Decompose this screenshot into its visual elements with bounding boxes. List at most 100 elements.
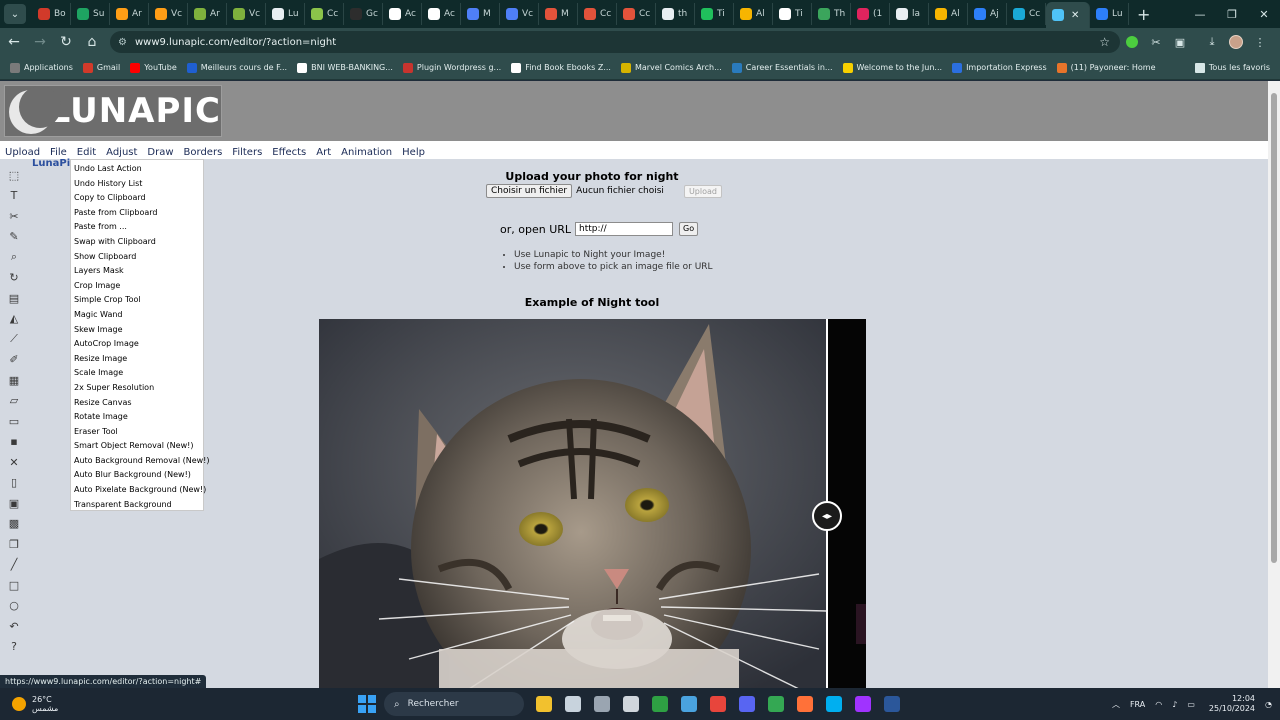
browser-tab[interactable]: Lu [266, 3, 305, 25]
bookmark-item[interactable]: Applications [10, 62, 73, 73]
edit-menu-item[interactable]: Crop Image [71, 279, 203, 294]
browser-tab[interactable]: Ac [383, 3, 422, 25]
browser-tab[interactable]: M [539, 3, 578, 25]
language-indicator[interactable]: FRA [1130, 700, 1145, 709]
file-explorer-icon[interactable] [531, 691, 557, 717]
browser-tab[interactable]: Ac [422, 3, 461, 25]
zoom-icon[interactable]: ⌕ [6, 249, 22, 265]
browser-tab[interactable]: Vc [149, 3, 188, 25]
bookmark-item[interactable]: Marvel Comics Arch... [620, 62, 722, 73]
browser-tab[interactable]: Gc [344, 3, 383, 25]
word-icon[interactable] [879, 691, 905, 717]
edit-menu-item[interactable]: Swap with Clipboard [71, 235, 203, 250]
download-icon[interactable]: ⤓ [1200, 30, 1224, 54]
all-bookmarks-folder[interactable]: Tous les favoris [1194, 62, 1270, 73]
bookmark-item[interactable]: (11) Payoneer: Home [1056, 62, 1156, 73]
photos-icon[interactable] [676, 691, 702, 717]
close-window-button[interactable]: ✕ [1248, 0, 1280, 28]
menu-edit[interactable]: Edit [71, 147, 102, 159]
menu-effects[interactable]: Effects [267, 147, 311, 159]
canvas-icon[interactable]: ▤ [6, 290, 22, 306]
upload-button[interactable]: Upload [683, 184, 722, 198]
media-icon[interactable] [618, 691, 644, 717]
edit-menu-item[interactable]: Paste from ... [71, 220, 203, 235]
edit-menu-item[interactable]: Eraser Tool [71, 425, 203, 440]
skype-icon[interactable] [821, 691, 847, 717]
messenger-icon[interactable] [850, 691, 876, 717]
browser-tab[interactable]: Vc [227, 3, 266, 25]
new-tab-button[interactable]: + [1137, 5, 1157, 24]
chrome-icon[interactable] [705, 691, 731, 717]
task-view-icon[interactable] [560, 691, 586, 717]
browser-tab[interactable]: th [656, 3, 695, 25]
browser-tab[interactable]: Vc [500, 3, 539, 25]
select-icon[interactable]: ⬚ [6, 167, 22, 183]
edit-menu-item[interactable]: Scale Image [71, 366, 203, 381]
edit-menu-item[interactable]: Auto Blur Background (New!) [71, 468, 203, 483]
browser-tab[interactable]: Ti [695, 3, 734, 25]
bookmark-item[interactable]: Gmail [82, 62, 120, 73]
bookmark-item[interactable]: Meilleurs cours de F... [186, 62, 287, 73]
new-file-icon[interactable]: ▯ [6, 475, 22, 491]
open-folder-icon[interactable]: ▭ [6, 413, 22, 429]
edit-menu-item[interactable]: Simple Crop Tool [71, 293, 203, 308]
help-icon[interactable]: ? [6, 639, 22, 655]
start-button[interactable] [358, 695, 376, 713]
home-button[interactable]: ⌂ [80, 30, 104, 54]
edit-menu-item[interactable]: Magic Wand [71, 308, 203, 323]
bookmark-star-icon[interactable]: ☆ [1099, 35, 1110, 49]
menu-filters[interactable]: Filters [227, 147, 267, 159]
weather-widget[interactable]: 26°C مشمس [12, 695, 132, 713]
paint-bucket-icon[interactable]: ◭ [6, 311, 22, 327]
brush-icon[interactable]: ✐ [6, 352, 22, 368]
clock[interactable]: 12:04 25/10/2024 [1209, 694, 1255, 714]
edit-menu-item[interactable]: Layers Mask [71, 264, 203, 279]
line-icon[interactable]: ╱ [6, 557, 22, 573]
extension-icon[interactable]: ✂ [1144, 30, 1168, 54]
edit-menu-item[interactable]: Rotate Image [71, 410, 203, 425]
menu-animation[interactable]: Animation [336, 147, 397, 159]
edit-menu-item[interactable]: Resize Image [71, 352, 203, 367]
edit-menu-item[interactable]: Paste from Clipboard [71, 206, 203, 221]
edit-menu-item[interactable]: 2x Super Resolution [71, 381, 203, 396]
browser-tab[interactable]: Cc [617, 3, 656, 25]
xbox-icon[interactable] [647, 691, 673, 717]
pencil-icon[interactable]: ✎ [6, 229, 22, 245]
browser-menu-icon[interactable]: ⋮ [1248, 30, 1272, 54]
tab-search-button[interactable]: ⌄ [4, 4, 26, 24]
volume-icon[interactable]: ♪ [1172, 700, 1177, 709]
edit-menu-item[interactable]: Show Clipboard [71, 250, 203, 265]
url-input[interactable] [575, 222, 674, 236]
terminal-icon[interactable] [589, 691, 615, 717]
browser-tab[interactable]: Ti [773, 3, 812, 25]
browser-tab[interactable]: Lu [1090, 3, 1129, 25]
rectangle-icon[interactable]: □ [6, 577, 22, 593]
bookmark-item[interactable]: Welcome to the Jun... [842, 62, 942, 73]
rotate-icon[interactable]: ↻ [6, 270, 22, 286]
extension-status-icon[interactable] [1120, 30, 1144, 54]
browser-tab[interactable]: (1 [851, 3, 890, 25]
example-before-after[interactable]: ◂▸ [319, 319, 866, 688]
edit-menu-item[interactable]: Auto Pixelate Background (New!) [71, 483, 206, 498]
layers-icon[interactable]: ▦ [6, 372, 22, 388]
bookmark-item[interactable]: Plugin Wordpress g... [402, 62, 501, 73]
wifi-icon[interactable]: ◠ [1155, 700, 1162, 709]
restore-button[interactable]: ❐ [1216, 0, 1248, 28]
browser-tab[interactable]: Al [929, 3, 968, 25]
menu-art[interactable]: Art [311, 147, 336, 159]
bookmark-item[interactable]: BNI WEB-BANKING... [297, 62, 393, 73]
profile-avatar[interactable] [1224, 30, 1248, 54]
taskbar-search[interactable]: ⌕ Rechercher [384, 692, 524, 716]
compare-slider-handle[interactable]: ◂▸ [812, 501, 842, 531]
menu-draw[interactable]: Draw [142, 147, 178, 159]
minimize-button[interactable]: — [1184, 0, 1216, 28]
browser-tab[interactable]: Ar [188, 3, 227, 25]
edit-menu-item[interactable]: Undo History List [71, 177, 203, 192]
edit-menu-item[interactable]: Resize Canvas [71, 396, 203, 411]
bookmark-item[interactable]: YouTube [130, 62, 177, 73]
chrome-profile-icon[interactable] [763, 691, 789, 717]
address-bar[interactable]: ⚙ www9.lunapic.com/editor/?action=night … [110, 31, 1120, 53]
go-button[interactable]: Go [679, 222, 699, 236]
browser-tab[interactable]: Cc [578, 3, 617, 25]
close-tab-icon[interactable]: ✕ [1071, 10, 1079, 21]
